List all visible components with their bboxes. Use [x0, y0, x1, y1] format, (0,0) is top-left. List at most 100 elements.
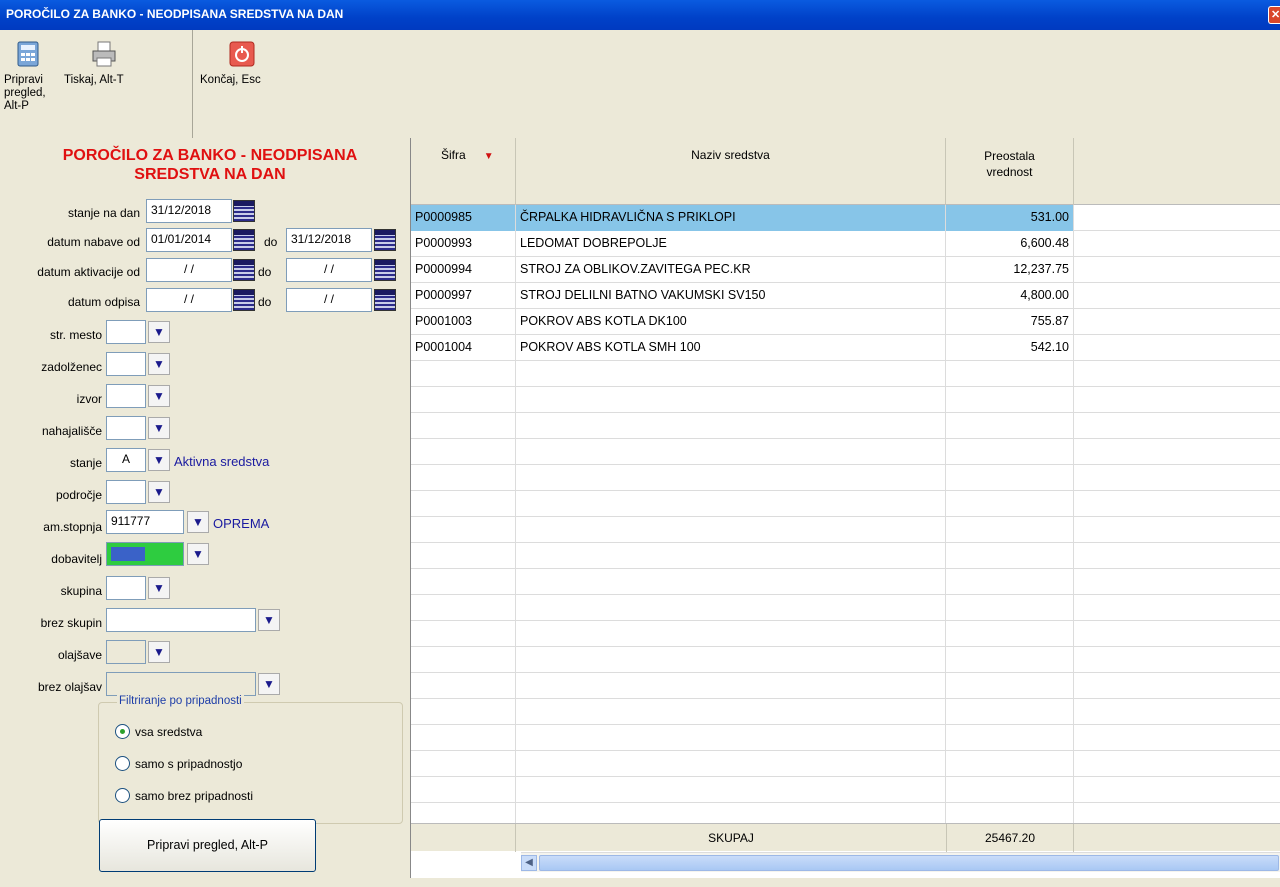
skupina-input[interactable] — [106, 576, 146, 600]
cell-vrednost — [946, 751, 1074, 777]
calendar-icon[interactable] — [233, 229, 255, 251]
chevron-down-icon[interactable]: ▼ — [148, 417, 170, 439]
cell-vrednost — [946, 413, 1074, 439]
izvor-input[interactable] — [106, 384, 146, 408]
radio-vsa-sredstva[interactable]: vsa sredstva — [115, 724, 202, 739]
empty-row — [411, 647, 1280, 673]
empty-row — [411, 439, 1280, 465]
empty-row — [411, 621, 1280, 647]
zadolzenec-label: zadolženec — [41, 360, 102, 374]
close-toolbar-button[interactable]: Končaj, Esc — [200, 40, 270, 87]
cell-sifra — [411, 517, 516, 543]
chevron-down-icon[interactable]: ▼ — [148, 641, 170, 663]
dobavitelj-label: dobavitelj — [51, 552, 102, 566]
col-sifra-header[interactable]: Šifra ▼ — [411, 138, 516, 205]
cell-sifra — [411, 387, 516, 413]
stanje-input[interactable]: A — [106, 448, 146, 472]
scroll-left-icon[interactable]: ◀ — [521, 855, 537, 871]
str-mesto-input[interactable] — [106, 320, 146, 344]
chevron-down-icon[interactable]: ▼ — [148, 353, 170, 375]
table-row[interactable]: P0000997 STROJ DELILNI BATNO VAKUMSKI SV1… — [411, 283, 1280, 309]
datum-aktivacije-from-input[interactable]: / / — [146, 258, 232, 282]
empty-row — [411, 777, 1280, 803]
table-row[interactable]: P0001004 POKROV ABS KOTLA SMH 100 542.10 — [411, 335, 1280, 361]
podrocje-input[interactable] — [106, 480, 146, 504]
close-toolbar-label: Končaj, Esc — [200, 74, 261, 86]
preview-toolbar-label: Pripravi pregled, Alt-P — [4, 74, 46, 112]
chevron-down-icon[interactable]: ▼ — [187, 511, 209, 533]
calendar-icon[interactable] — [374, 259, 396, 281]
empty-row — [411, 413, 1280, 439]
table-row[interactable]: P0000985 ČRPALKA HIDRAVLIČNA S PRIKLOPI 53… — [411, 205, 1280, 231]
table-row[interactable]: P0000993 LEDOMAT DOBREPOLJE 6,600.48 — [411, 231, 1280, 257]
col-vrednost-header[interactable]: Preostala vrednost — [946, 138, 1074, 205]
chevron-down-icon[interactable]: ▼ — [148, 321, 170, 343]
datum-nabave-to-input[interactable]: 31/12/2018 — [286, 228, 372, 252]
cell-vrednost — [946, 361, 1074, 387]
cell-vrednost — [946, 517, 1074, 543]
empty-row — [411, 543, 1280, 569]
empty-row — [411, 491, 1280, 517]
brez-skupin-label: brez skupin — [40, 616, 102, 630]
cell-vrednost — [946, 491, 1074, 517]
chevron-down-icon[interactable]: ▼ — [148, 577, 170, 599]
chevron-down-icon[interactable]: ▼ — [148, 449, 170, 471]
stanje-na-dan-label: stanje na dan — [67, 206, 140, 220]
radio-samo-s-pripadnostjo[interactable]: samo s pripadnostjo — [115, 756, 243, 771]
calendar-icon[interactable] — [233, 200, 255, 222]
filter-group: Filtriranje po pripadnosti vsa sredstva … — [98, 695, 403, 824]
scrollbar-thumb[interactable] — [539, 855, 1279, 871]
radio-samo-brez-pripadnosti[interactable]: samo brez pripadnosti — [115, 788, 253, 803]
stanje-na-dan-input[interactable]: 31/12/2018 — [146, 199, 232, 223]
empty-row — [411, 595, 1280, 621]
datum-nabave-from-input[interactable]: 01/01/2014 — [146, 228, 232, 252]
filter-group-title: Filtriranje po pripadnosti — [117, 695, 244, 707]
chevron-down-icon[interactable]: ▼ — [258, 673, 280, 695]
close-window-button[interactable]: ✕ — [1268, 6, 1280, 24]
cell-sifra — [411, 361, 516, 387]
prepare-preview-button[interactable]: Pripravi pregled, Alt-P — [99, 819, 316, 872]
zadolzenec-input[interactable] — [106, 352, 146, 376]
cell-vrednost — [946, 621, 1074, 647]
toolbar-divider — [192, 30, 193, 138]
sort-down-icon: ▼ — [483, 151, 494, 162]
footer-total-label: SKUPAJ — [708, 831, 754, 845]
brez-skupin-input[interactable] — [106, 608, 256, 632]
chevron-down-icon[interactable]: ▼ — [148, 481, 170, 503]
chevron-down-icon[interactable]: ▼ — [258, 609, 280, 631]
cell-sifra: P0000994 — [411, 257, 516, 283]
chevron-down-icon[interactable]: ▼ — [187, 543, 209, 565]
brez-olajsav-input[interactable] — [106, 672, 256, 696]
chevron-down-icon[interactable]: ▼ — [148, 385, 170, 407]
calendar-icon[interactable] — [374, 289, 396, 311]
nahajalisce-input[interactable] — [106, 416, 146, 440]
table-row[interactable]: P0001003 POKROV ABS KOTLA DK100 755.87 — [411, 309, 1280, 335]
am-stopnja-input[interactable]: 911777 — [106, 510, 184, 534]
cell-vrednost — [946, 439, 1074, 465]
cell-vrednost: 531.00 — [946, 205, 1074, 231]
datum-aktivacije-to-input[interactable]: / / — [286, 258, 372, 282]
horizontal-scrollbar[interactable]: ◀ — [521, 852, 1280, 872]
table-row[interactable]: P0000994 STROJ ZA OBLIKOV.ZAVITEGA PEC.KR… — [411, 257, 1280, 283]
cell-naziv — [516, 543, 946, 569]
cell-vrednost — [946, 595, 1074, 621]
cell-vrednost — [946, 699, 1074, 725]
dobavitelj-input[interactable] — [106, 542, 184, 566]
print-toolbar-button[interactable]: Tiskaj, Alt-T — [64, 40, 144, 87]
olajsave-input[interactable] — [106, 640, 146, 664]
cell-vrednost: 12,237.75 — [946, 257, 1074, 283]
preview-toolbar-button[interactable]: Pripravi pregled, Alt-P — [4, 40, 56, 113]
calendar-icon[interactable] — [374, 229, 396, 251]
empty-row — [411, 387, 1280, 413]
cell-naziv — [516, 595, 946, 621]
calendar-icon[interactable] — [233, 289, 255, 311]
cell-vrednost: 542.10 — [946, 335, 1074, 361]
footer-total-value: 25467.20 — [946, 824, 1074, 852]
podrocje-label: področje — [55, 488, 102, 502]
datum-odpisa-to-input[interactable]: / / — [286, 288, 372, 312]
cell-sifra: P0000993 — [411, 231, 516, 257]
col-naziv-header[interactable]: Naziv sredstva — [516, 138, 946, 205]
datum-odpisa-from-input[interactable]: / / — [146, 288, 232, 312]
calendar-icon[interactable] — [233, 259, 255, 281]
radio-label: samo s pripadnostjo — [135, 757, 243, 771]
